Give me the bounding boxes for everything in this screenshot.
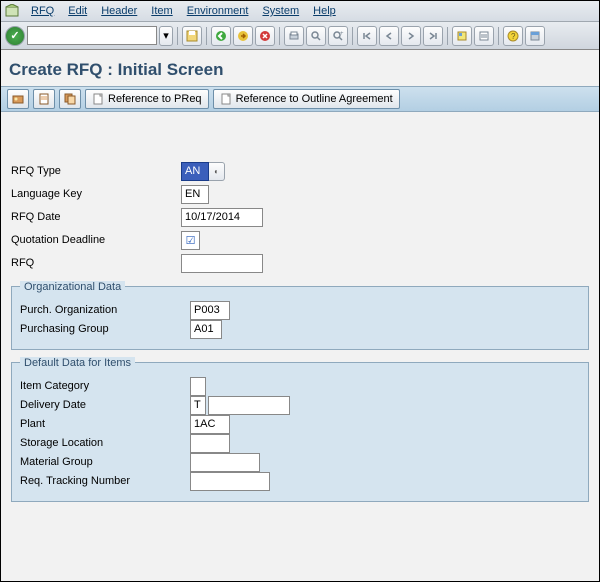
storage-location-label: Storage Location bbox=[20, 437, 190, 449]
main-form: RFQ Type ◐ Language Key RFQ Date Quotati… bbox=[11, 160, 589, 274]
prev-page-button[interactable] bbox=[379, 26, 399, 46]
back-button[interactable] bbox=[211, 26, 231, 46]
copy-icon[interactable] bbox=[59, 89, 81, 109]
menu-rfq[interactable]: RFQ bbox=[25, 3, 60, 19]
item-category-label: Item Category bbox=[20, 380, 190, 392]
purch-org-label: Purch. Organization bbox=[20, 304, 190, 316]
menu-item[interactable]: Item bbox=[145, 3, 178, 19]
page-title: Create RFQ : Initial Screen bbox=[1, 50, 599, 86]
reference-to-outline-label: Reference to Outline Agreement bbox=[236, 93, 393, 105]
organizational-data-group: Organizational Data Purch. Organization … bbox=[11, 286, 589, 350]
purch-org-input[interactable] bbox=[190, 301, 230, 320]
item-category-input[interactable] bbox=[190, 377, 206, 396]
delivery-date-type-input[interactable] bbox=[190, 396, 206, 415]
purch-group-input[interactable] bbox=[190, 320, 222, 339]
new-session-button[interactable] bbox=[452, 26, 472, 46]
shortcut-button[interactable] bbox=[474, 26, 494, 46]
overview-icon[interactable] bbox=[7, 89, 29, 109]
document-icon bbox=[92, 93, 104, 105]
menu-system[interactable]: System bbox=[256, 3, 305, 19]
rfq-date-input[interactable] bbox=[181, 208, 263, 227]
separator bbox=[447, 27, 448, 45]
language-key-label: Language Key bbox=[11, 188, 181, 200]
rfq-input[interactable] bbox=[181, 254, 263, 273]
separator bbox=[498, 27, 499, 45]
separator bbox=[206, 27, 207, 45]
rfq-date-label: RFQ Date bbox=[11, 211, 181, 223]
separator bbox=[352, 27, 353, 45]
material-group-label: Material Group bbox=[20, 456, 190, 468]
menu-edit[interactable]: Edit bbox=[62, 3, 93, 19]
svg-text:+: + bbox=[340, 31, 344, 37]
default-data-title: Default Data for Items bbox=[20, 357, 135, 369]
layout-button[interactable] bbox=[525, 26, 545, 46]
content-area: RFQ Type ◐ Language Key RFQ Date Quotati… bbox=[1, 112, 599, 512]
menu-header[interactable]: Header bbox=[95, 3, 143, 19]
menu-help[interactable]: Help bbox=[307, 3, 342, 19]
cmd-dropdown[interactable]: ▾ bbox=[159, 26, 173, 46]
menu-environment[interactable]: Environment bbox=[181, 3, 255, 19]
last-page-button[interactable] bbox=[423, 26, 443, 46]
document-icon bbox=[220, 93, 232, 105]
req-tracking-input[interactable] bbox=[190, 472, 270, 491]
header-details-icon[interactable] bbox=[33, 89, 55, 109]
req-tracking-label: Req. Tracking Number bbox=[20, 475, 190, 487]
material-group-input[interactable] bbox=[190, 453, 260, 472]
separator bbox=[177, 27, 178, 45]
rfq-type-label: RFQ Type bbox=[11, 165, 181, 177]
default-data-group: Default Data for Items Item Category Del… bbox=[11, 362, 589, 502]
rfq-type-valuehelp-icon[interactable]: ◐ bbox=[209, 162, 225, 181]
application-toolbar: Reference to PReq Reference to Outline A… bbox=[1, 86, 599, 112]
command-field[interactable] bbox=[27, 26, 157, 45]
purch-group-label: Purchasing Group bbox=[20, 323, 190, 335]
delivery-date-input[interactable] bbox=[208, 396, 290, 415]
rfq-label: RFQ bbox=[11, 257, 181, 269]
separator bbox=[279, 27, 280, 45]
organizational-data-title: Organizational Data bbox=[20, 281, 125, 293]
print-button[interactable] bbox=[284, 26, 304, 46]
delivery-date-label: Delivery Date bbox=[20, 399, 190, 411]
reference-to-preq-label: Reference to PReq bbox=[108, 93, 202, 105]
find-button[interactable] bbox=[306, 26, 326, 46]
cancel-button[interactable] bbox=[255, 26, 275, 46]
enter-button[interactable]: ✓ bbox=[5, 26, 25, 46]
menu-bar: RFQ Edit Header Item Environment System … bbox=[1, 1, 599, 22]
language-key-input[interactable] bbox=[181, 185, 209, 204]
find-next-button[interactable]: + bbox=[328, 26, 348, 46]
rfq-type-input[interactable] bbox=[181, 162, 209, 181]
quotation-deadline-checkbox[interactable]: ☑ bbox=[181, 231, 200, 250]
save-button[interactable] bbox=[182, 26, 202, 46]
svg-text:?: ? bbox=[511, 32, 516, 41]
window-menu-icon[interactable] bbox=[5, 4, 19, 18]
storage-location-input[interactable] bbox=[190, 434, 230, 453]
standard-toolbar: ✓ ▾ + ? bbox=[1, 22, 599, 50]
help-button[interactable]: ? bbox=[503, 26, 523, 46]
plant-input[interactable] bbox=[190, 415, 230, 434]
plant-label: Plant bbox=[20, 418, 190, 430]
first-page-button[interactable] bbox=[357, 26, 377, 46]
quotation-deadline-label: Quotation Deadline bbox=[11, 234, 181, 246]
next-page-button[interactable] bbox=[401, 26, 421, 46]
exit-button[interactable] bbox=[233, 26, 253, 46]
reference-to-outline-button[interactable]: Reference to Outline Agreement bbox=[213, 89, 400, 109]
reference-to-preq-button[interactable]: Reference to PReq bbox=[85, 89, 209, 109]
